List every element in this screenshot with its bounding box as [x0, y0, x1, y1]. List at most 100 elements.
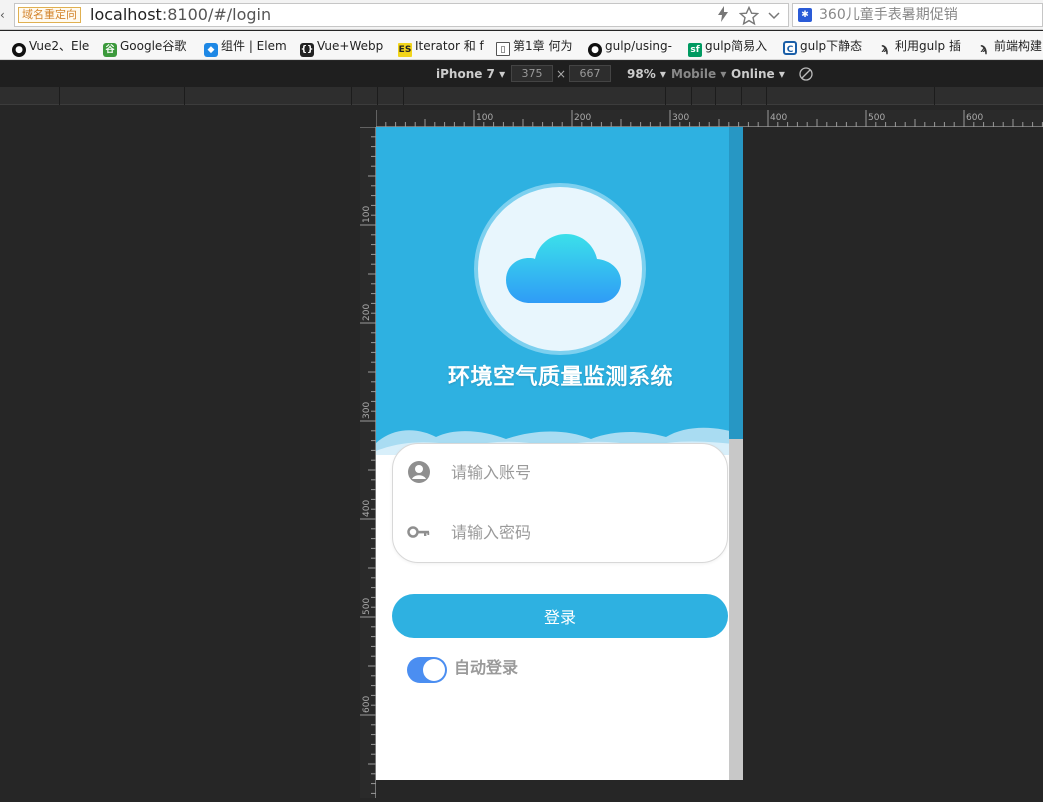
login-header: 环境空气质量监测系统: [376, 127, 729, 445]
bookmark-label: Vue+Webp: [317, 39, 384, 53]
media-query-segment[interactable]: [185, 87, 352, 105]
link-icon: ϡ: [881, 41, 889, 55]
media-query-segment[interactable]: [60, 87, 185, 105]
bookmark-label: 利用gulp 插: [895, 39, 961, 53]
search-box[interactable]: ✱ 360儿童手表暑期促销: [792, 3, 1043, 27]
password-field: [393, 504, 729, 564]
bookmark-item[interactable]: ▯ 第1章 何为: [496, 37, 573, 56]
bookmark-label: gulp下静态: [800, 39, 863, 53]
bookmark-label: Vue2、Ele: [29, 39, 90, 53]
app-title: 环境空气质量监测系统: [447, 365, 673, 390]
baidu-icon: ✱: [798, 8, 812, 22]
bookmarks-bar: · ●Vue2、Ele 谷Google谷歌 ◆组件 | Elem {}Vue+W…: [0, 31, 1043, 60]
media-query-segment[interactable]: [0, 87, 60, 105]
bookmark-item[interactable]: ES Iterator 和 f: [398, 37, 484, 57]
network-value: Online: [731, 67, 775, 81]
bookmark-label: 组件 | Elem: [221, 39, 287, 53]
bookmark-item[interactable]: 谷 Google谷歌: [103, 37, 187, 57]
bookmark-item[interactable]: ϡ 利用gulp 插: [878, 37, 961, 55]
media-query-segment[interactable]: [767, 87, 935, 105]
horizontal-ruler-ticks: 100 200 300 400 500 600: [375, 110, 1043, 127]
account-input[interactable]: [451, 456, 711, 488]
auto-login-toggle[interactable]: [407, 657, 447, 683]
bookmark-item[interactable]: {} Vue+Webp: [300, 37, 384, 57]
media-query-segment[interactable]: [378, 87, 404, 105]
height-input[interactable]: 667: [569, 65, 611, 82]
scrollbar-thumb[interactable]: [729, 127, 743, 439]
redirect-tag[interactable]: 域名重定向: [18, 7, 81, 23]
horizontal-ruler: 100 200 300 400 500 600: [375, 110, 1043, 127]
lightning-icon[interactable]: [717, 6, 729, 27]
media-query-segment[interactable]: [640, 87, 666, 105]
ruler-label: 400: [770, 113, 787, 123]
ruler-label: 600: [966, 113, 983, 123]
ruler-label: 300: [672, 113, 689, 123]
cloud-icon: [506, 234, 621, 303]
device-name: iPhone 7: [436, 67, 495, 81]
ruler-label: 600: [362, 696, 372, 713]
browser-address-bar: ‹ 域名重定向 localhost:8100/#/login ✱ 360儿童手表…: [0, 0, 1043, 30]
login-button[interactable]: 登录: [392, 594, 728, 638]
nav-edge-icon[interactable]: ‹: [0, 8, 5, 22]
app-logo: [474, 183, 646, 355]
device-select[interactable]: iPhone 7 ▾: [436, 67, 505, 81]
zoom-select[interactable]: 98% ▾: [627, 67, 666, 81]
ruler-label: 500: [868, 113, 885, 123]
device-toolbar: iPhone 7 ▾ 375 × 667 98% ▾ Mobile ▾ Onli…: [0, 61, 1043, 87]
link-icon: ϡ: [980, 41, 988, 55]
github-icon: ●: [588, 43, 602, 57]
url-host: localhost: [90, 5, 162, 24]
bookmark-item[interactable]: ● gulp/using-: [588, 37, 672, 57]
bookmark-label: gulp简易入: [705, 39, 768, 53]
rotate-icon[interactable]: [798, 66, 814, 85]
bookmark-label: 第1章 何为: [513, 39, 573, 53]
bookmark-item[interactable]: ϡ 前端构建: [977, 37, 1042, 55]
account-field: [393, 444, 729, 504]
password-input[interactable]: [451, 516, 711, 548]
sf-icon: sf: [688, 43, 702, 57]
toggle-knob: [423, 659, 445, 681]
user-icon: [407, 460, 431, 484]
ruler-label: 100: [476, 113, 493, 123]
ruler-label: 200: [362, 304, 372, 321]
zoom-value: 98%: [627, 67, 656, 81]
bookmark-label: gulp/using-: [605, 39, 672, 53]
google-icon: 谷: [103, 43, 117, 57]
ruler-label: 300: [362, 402, 372, 419]
bookmark-item[interactable]: ◆ 组件 | Elem: [204, 37, 287, 57]
ruler-label: 500: [362, 598, 372, 615]
book-icon: ▯: [496, 42, 510, 56]
bookmark-label: Google谷歌: [120, 39, 187, 53]
device-viewport: 环境空气质量监测系统 登录 自动登录: [376, 127, 743, 780]
star-icon[interactable]: [738, 5, 760, 31]
url-text[interactable]: localhost:8100/#/login: [90, 5, 271, 25]
media-query-segment[interactable]: [352, 87, 378, 105]
media-query-segment[interactable]: [716, 87, 742, 105]
bookmark-label: Iterator 和 f: [415, 39, 484, 53]
search-suggestion[interactable]: 360儿童手表暑期促销: [819, 6, 958, 24]
ruler-label: 400: [362, 500, 372, 517]
media-query-segment[interactable]: [692, 87, 716, 105]
media-query-segment[interactable]: [742, 87, 767, 105]
vertical-ruler-ticks: 100 200 300 400 500 600: [360, 126, 376, 794]
chevron-down-icon[interactable]: [767, 6, 781, 31]
bookmark-item[interactable]: ● Vue2、Ele: [12, 37, 90, 57]
key-icon: [407, 520, 431, 544]
ruler-label: 200: [574, 113, 591, 123]
width-input[interactable]: 375: [511, 65, 553, 82]
login-form: [392, 443, 728, 563]
es-icon: ES: [398, 43, 412, 57]
mode-select[interactable]: Mobile ▾: [671, 67, 726, 81]
url-path: :8100/#/login: [161, 5, 272, 24]
url-field[interactable]: 域名重定向 localhost:8100/#/login: [14, 3, 789, 27]
bookmark-item[interactable]: Cgulp下静态: [783, 37, 862, 55]
media-query-segment[interactable]: [666, 87, 692, 105]
bookmark-item[interactable]: sf gulp简易入: [688, 37, 768, 57]
ruler-label: 100: [362, 206, 372, 223]
media-query-bar: [0, 87, 1043, 105]
dimension-separator: ×: [556, 67, 567, 81]
auto-login-label: 自动登录: [454, 658, 519, 677]
network-select[interactable]: Online ▾: [731, 67, 785, 81]
mode-value: Mobile: [671, 67, 717, 81]
vertical-ruler: 100 200 300 400 500 600: [360, 126, 376, 798]
